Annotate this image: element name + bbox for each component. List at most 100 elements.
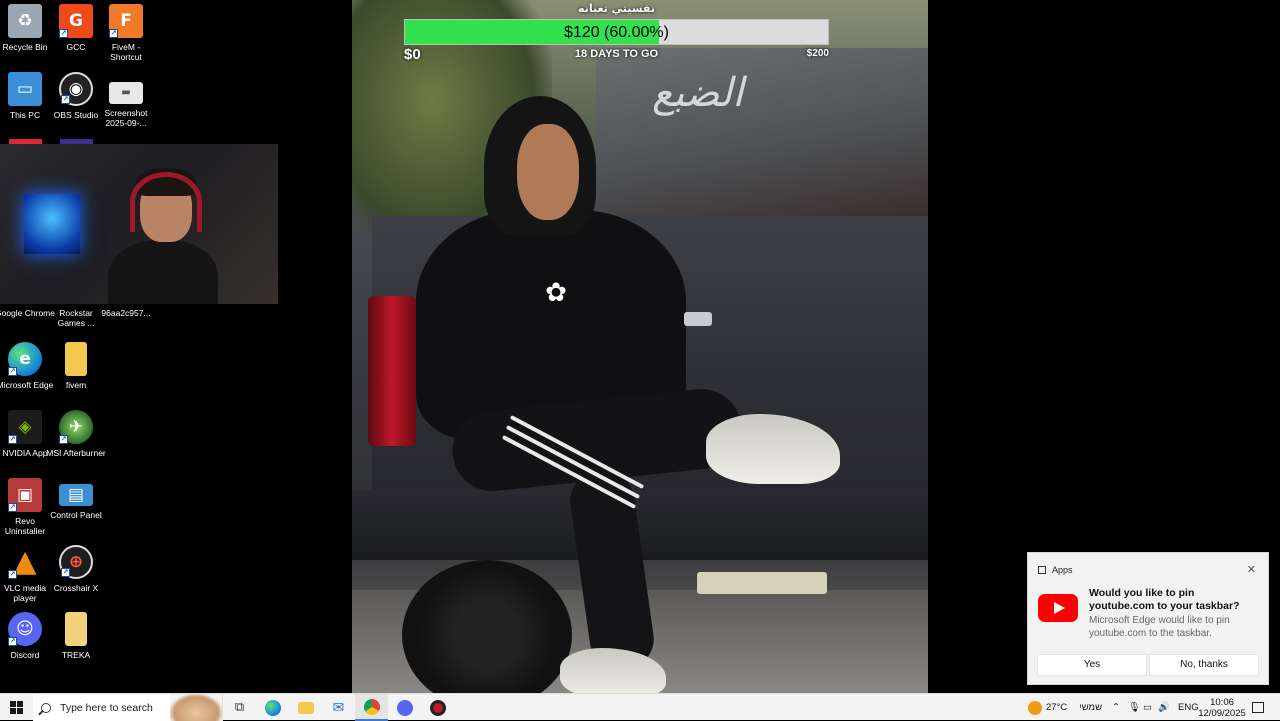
desktop-icon-control-panel[interactable]: ▤ Control Panel (45, 474, 107, 520)
desktop-icon-screenshot[interactable]: ▬ Screenshot 2025-09-... (95, 68, 157, 128)
chevron-up-icon: ⌃ (1112, 702, 1120, 713)
desktop-icon-label: FiveM - Shortcut (110, 42, 142, 62)
desktop-icon-treka-folder[interactable]: TREKA (45, 608, 107, 660)
notification-center-icon (1252, 702, 1264, 713)
msi-afterburner-icon: ✈ ↗ (59, 410, 93, 444)
taskbar-recorder[interactable] (421, 694, 454, 721)
notifications-button[interactable] (1252, 694, 1264, 721)
discord-icon (396, 699, 413, 716)
youtube-icon (1038, 594, 1078, 622)
microphone-button[interactable]: 🎙 (1128, 694, 1140, 721)
desktop-icon-label: Control Panel (50, 510, 102, 520)
goal-target-amount: $200 (806, 48, 829, 59)
desktop-icon-label: TREKA (61, 650, 91, 660)
revo-uninstaller-icon: ▣ ↗ (8, 478, 42, 512)
tray-overflow-button[interactable]: ⌃ (1112, 694, 1120, 721)
webcam-headset (130, 172, 202, 232)
weather-temperature: 27°C (1046, 702, 1068, 713)
truck-wheel (402, 560, 572, 693)
chrome-icon (363, 698, 380, 715)
goal-title: نفسيتي تعبانه (578, 2, 655, 15)
taskbar-file-explorer[interactable] (289, 694, 322, 721)
adidas-logo-icon: ✿ (545, 278, 567, 308)
microphone-icon: 🎙 (1128, 702, 1141, 713)
computer-icon: ▭ (8, 72, 42, 106)
truck-taillight (368, 296, 416, 446)
goal-progress-text: $120 (60.00%) (564, 24, 669, 41)
notification-body: Microsoft Edge would like to pin youtube… (1089, 615, 1230, 639)
search-icon (41, 702, 51, 713)
desktop-icon-fivem-folder[interactable]: fivem (45, 338, 107, 390)
windows-logo-icon (10, 701, 23, 714)
close-icon[interactable]: ✕ (1247, 563, 1256, 576)
discord-icon: ☺ ↗ (8, 612, 42, 646)
search-highlight-image (170, 694, 222, 721)
desktop-icon-label: Crosshair X (53, 583, 99, 593)
speaker-icon: 🔊 (1158, 702, 1170, 713)
stream-photo: الضبع ✿ (352, 0, 928, 693)
weather-sun-icon (1028, 700, 1042, 715)
goal-progress-bar: $120 (60.00%) (404, 19, 829, 45)
taskbar-edge[interactable] (256, 694, 289, 721)
gcc-icon: G ↗ (59, 4, 93, 38)
pin-site-notification: Apps ✕ Would you like to pin youtube.com… (1027, 552, 1269, 685)
license-plate (697, 572, 827, 594)
desktop-icon-label: 96aa2c957... (101, 308, 151, 318)
desktop-icon-fivem-shortcut[interactable]: F ↗ FiveM - Shortcut (95, 0, 157, 62)
apps-icon (1038, 566, 1046, 574)
clock-date: 12/09/2025 (1198, 707, 1246, 719)
clock-time: 10:06 (1210, 696, 1234, 708)
search-placeholder: Type here to search (60, 701, 153, 714)
mail-icon: ✉ (332, 699, 345, 716)
person-face (517, 124, 579, 220)
folder-icon (65, 612, 87, 646)
folder-icon (297, 701, 314, 714)
language-indicator[interactable]: ENG (1178, 694, 1199, 721)
desktop-icon-label: MSI Afterburner (46, 448, 106, 458)
desktop-icon-label: Screenshot 2025-09-... (104, 108, 148, 128)
obs-icon: ◉ ↗ (59, 72, 93, 106)
task-view-button[interactable]: ⧉ (223, 694, 256, 721)
notification-heading: Would you like to pin youtube.com to you… (1089, 587, 1240, 612)
start-button[interactable] (0, 694, 33, 721)
network-button[interactable]: ▭ (1143, 694, 1152, 721)
truck-window-lettering: الضبع (652, 70, 744, 116)
webcam-background-monitor (24, 194, 80, 254)
taskbar-mail[interactable]: ✉ (322, 694, 355, 721)
desktop: ♻ Recycle Bin G ↗ GCC F ↗ FiveM - Shortcut… (0, 0, 1280, 693)
desktop-icon-crosshair-x[interactable]: ⊕ ↗ Crosshair X (45, 541, 107, 593)
desktop-icon-label: fivem (65, 380, 87, 390)
yes-button[interactable]: Yes (1037, 654, 1147, 676)
weather-widget[interactable]: 27°C שמשי (1028, 694, 1102, 721)
notification-header: Apps (1038, 565, 1073, 575)
no-thanks-button[interactable]: No, thanks (1149, 654, 1259, 676)
taskbar-discord[interactable] (388, 694, 421, 721)
crosshair-icon: ⊕ ↗ (59, 545, 93, 579)
volume-button[interactable]: 🔊 (1158, 694, 1170, 721)
truck-rear-window (596, 48, 928, 216)
clock[interactable]: 10:06 12/09/2025 (1198, 694, 1246, 721)
control-panel-icon: ▤ (59, 484, 93, 506)
taskbar-chrome[interactable] (355, 694, 388, 721)
goal-days-left: 18 DAYS TO GO (574, 48, 659, 60)
vlc-icon: ▲ ↗ (8, 544, 37, 579)
fivem-icon: F ↗ (109, 4, 143, 38)
recycle-bin-icon: ♻ (8, 4, 42, 38)
nvidia-icon: ◈ ↗ (8, 410, 42, 444)
webcam-person-body (108, 240, 218, 304)
edge-icon: e ↗ (8, 342, 42, 376)
desktop-icon-msi-afterburner[interactable]: ✈ ↗ MSI Afterburner (45, 406, 107, 458)
webcam-overlay (0, 144, 278, 304)
edge-icon (264, 699, 281, 716)
wristwatch (684, 312, 712, 326)
donation-goal-widget: نفسيتي تعبانه $120 (60.00%) $0 18 DAYS T… (404, 0, 829, 64)
weather-description: שמשי (1079, 702, 1103, 713)
taskbar-search-box[interactable]: Type here to search (33, 694, 223, 721)
task-view-icon: ⧉ (234, 700, 245, 715)
network-icon: ▭ (1143, 702, 1152, 713)
folder-icon (65, 342, 87, 376)
record-icon (429, 699, 446, 716)
notification-app-name: Apps (1052, 565, 1073, 575)
taskbar: Type here to search ⧉ ✉ 27°C שמשי ⌃ 🎙 ▭ … (0, 693, 1280, 721)
screenshot-file-icon: ▬ (109, 82, 143, 104)
